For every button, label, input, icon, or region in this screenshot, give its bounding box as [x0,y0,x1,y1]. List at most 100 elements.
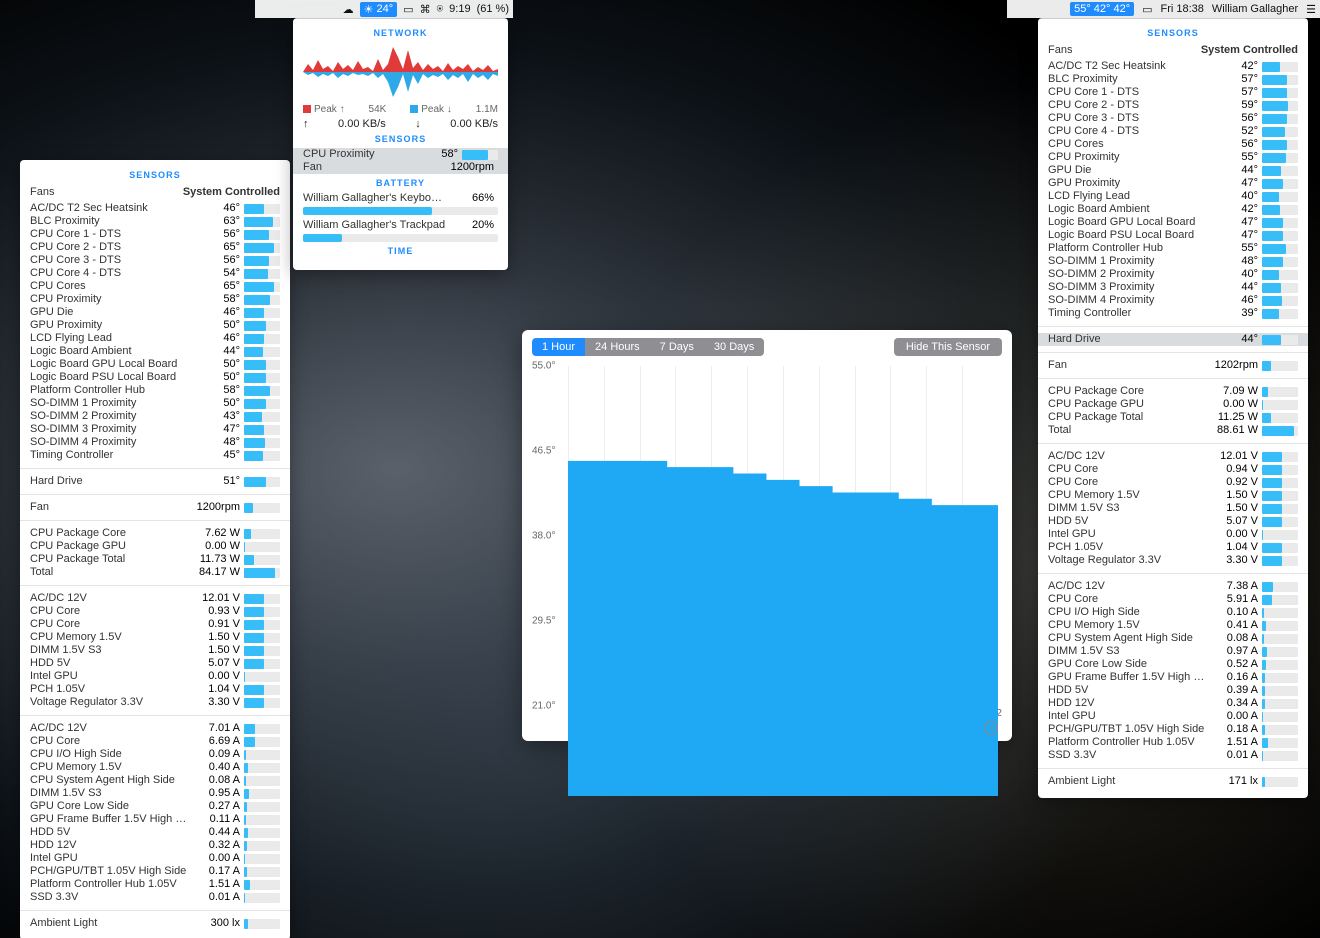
sensor-volt-row[interactable]: Voltage Regulator 3.3V 3.30 V [30,696,280,709]
sensor-amp-row[interactable]: GPU Core Low Side 0.27 A [30,800,280,813]
sensor-volt-row[interactable]: AC/DC 12V 12.01 V [1048,450,1298,463]
menubar-clock[interactable]: 9:19 [449,3,470,15]
sensor-amp-row[interactable]: CPU Memory 1.5V 0.40 A [30,761,280,774]
display-icon[interactable]: ▭ [403,3,413,16]
sensor-temp-row[interactable]: SO-DIMM 1 Proximity 50° [30,397,280,410]
sensor-temp-row[interactable]: CPU Core 3 - DTS 56° [1048,112,1298,125]
sensor-volt-row[interactable]: PCH 1.05V 1.04 V [1048,541,1298,554]
sensor-amp-row[interactable]: DIMM 1.5V S3 0.95 A [30,787,280,800]
sensor-volt-row[interactable]: Intel GPU 0.00 V [1048,528,1298,541]
sensor-amp-row[interactable]: PCH/GPU/TBT 1.05V High Side 0.18 A [1048,723,1298,736]
sensor-volt-row[interactable]: CPU Memory 1.5V 1.50 V [1048,489,1298,502]
sensor-volt-row[interactable]: HDD 5V 5.07 V [1048,515,1298,528]
fans-header[interactable]: Fans System Controlled [1048,44,1298,56]
list-icon[interactable]: ☰ [1306,3,1316,16]
display-icon[interactable]: ▭ [1142,3,1152,16]
sensor-temp-row[interactable]: CPU Proximity 55° [1048,151,1298,164]
sensor-amp-row[interactable]: DIMM 1.5V S3 0.97 A [1048,645,1298,658]
sensor-amp-row[interactable]: HDD 5V 0.44 A [30,826,280,839]
sensor-temp-row[interactable]: Timing Controller 39° [1048,307,1298,320]
battery-row[interactable]: William Gallagher's Trackpad20% [303,219,498,232]
sensor-harddrive-row[interactable]: Hard Drive 44° [1048,333,1298,346]
sensor-temp-row[interactable]: BLC Proximity 57° [1048,73,1298,86]
battery-row[interactable]: William Gallagher's Keyboard66% [303,192,498,205]
tab-30-days[interactable]: 30 Days [704,338,764,356]
sensor-temp-row[interactable]: GPU Die 44° [1048,164,1298,177]
sensor-fan-row[interactable]: Fan 1202rpm [1048,359,1298,372]
sensor-volt-row[interactable]: CPU Core 0.91 V [30,618,280,631]
sensor-volt-row[interactable]: AC/DC 12V 12.01 V [30,592,280,605]
sensor-volt-row[interactable]: Intel GPU 0.00 V [30,670,280,683]
shield-icon[interactable]: ⍟ [437,3,444,16]
sensor-temp-row[interactable]: Logic Board Ambient 42° [1048,203,1298,216]
istat-temps[interactable]: 55° 42° 42° [1070,2,1134,16]
sensor-temp-row[interactable]: SO-DIMM 3 Proximity 44° [1048,281,1298,294]
sensor-amp-row[interactable]: PCH/GPU/TBT 1.05V High Side 0.17 A [30,865,280,878]
sensor-temp-row[interactable]: Timing Controller 45° [30,449,280,462]
sensor-temp-row[interactable]: CPU Core 1 - DTS 56° [30,228,280,241]
sensor-temp-row[interactable]: AC/DC T2 Sec Heatsink 46° [30,202,280,215]
sensor-temp-row[interactable]: SO-DIMM 2 Proximity 43° [30,410,280,423]
menubar-user[interactable]: William Gallagher [1212,3,1298,15]
sensor-ambient-row[interactable]: Ambient Light 300 lx [30,917,280,930]
sensor-amp-row[interactable]: CPU Core 6.69 A [30,735,280,748]
sensor-temp-row[interactable]: CPU Cores 65° [30,280,280,293]
time-range-tabs[interactable]: 1 Hour24 Hours7 Days30 Days [532,338,764,356]
sensor-amp-row[interactable]: AC/DC 12V 7.38 A [1048,580,1298,593]
tab-24-hours[interactable]: 24 Hours [585,338,650,356]
sensor-amp-row[interactable]: HDD 5V 0.39 A [1048,684,1298,697]
sensor-temp-row[interactable]: Logic Board GPU Local Board 50° [30,358,280,371]
sensor-temp-row[interactable]: BLC Proximity 63° [30,215,280,228]
sensor-amp-row[interactable]: HDD 12V 0.34 A [1048,697,1298,710]
weather-widget[interactable]: ☀︎ 24° [360,2,398,17]
sensor-temp-row[interactable]: Platform Controller Hub 58° [30,384,280,397]
sensor-temp-row[interactable]: SO-DIMM 4 Proximity 48° [30,436,280,449]
sensor-temp-row[interactable]: CPU Core 4 - DTS 54° [30,267,280,280]
sensor-power-row[interactable]: CPU Package Total 11.25 W [1048,411,1298,424]
sensor-amp-row[interactable]: CPU System Agent High Side 0.08 A [30,774,280,787]
bluetooth-icon[interactable]: ⌘ [420,3,431,16]
sensor-power-row[interactable]: CPU Package Core 7.09 W [1048,385,1298,398]
menubar-clock[interactable]: Fri 18:38 [1161,3,1204,15]
sensor-amp-row[interactable]: GPU Frame Buffer 1.5V High Side 0.11 A [30,813,280,826]
sensor-temp-row[interactable]: Logic Board GPU Local Board 47° [1048,216,1298,229]
sensor-temp-row[interactable]: LCD Flying Lead 40° [1048,190,1298,203]
sensor-temp-row[interactable]: Logic Board PSU Local Board 47° [1048,229,1298,242]
sensor-power-row[interactable]: CPU Package Total 11.73 W [30,553,280,566]
sensor-temp-row[interactable]: CPU Core 2 - DTS 65° [30,241,280,254]
sensor-temp-row[interactable]: CPU Cores 56° [1048,138,1298,151]
sensor-temp-row[interactable]: GPU Proximity 50° [30,319,280,332]
sensor-volt-row[interactable]: CPU Core 0.94 V [1048,463,1298,476]
sensor-volt-row[interactable]: HDD 5V 5.07 V [30,657,280,670]
sensor-amp-row[interactable]: CPU I/O High Side 0.10 A [1048,606,1298,619]
sensor-harddrive-row[interactable]: Hard Drive 51° [30,475,280,488]
sensor-amp-row[interactable]: CPU Core 5.91 A [1048,593,1298,606]
sensor-power-row[interactable]: CPU Package Core 7.62 W [30,527,280,540]
sensor-temp-row[interactable]: GPU Die 46° [30,306,280,319]
sensor-power-row[interactable]: Total 84.17 W [30,566,280,579]
sensor-volt-row[interactable]: PCH 1.05V 1.04 V [30,683,280,696]
sensor-amp-row[interactable]: CPU I/O High Side 0.09 A [30,748,280,761]
sensor-amp-row[interactable]: Intel GPU 0.00 A [1048,710,1298,723]
sensor-temp-row[interactable]: CPU Core 4 - DTS 52° [1048,125,1298,138]
sensor-amp-row[interactable]: CPU Memory 1.5V 0.41 A [1048,619,1298,632]
sensor-volt-row[interactable]: CPU Memory 1.5V 1.50 V [30,631,280,644]
sensor-amp-row[interactable]: SSD 3.3V 0.01 A [30,891,280,904]
sensor-temp-row[interactable]: CPU Core 1 - DTS 57° [1048,86,1298,99]
sensor-fan-row[interactable]: Fan 1200rpm [30,501,280,514]
sensor-temp-row[interactable]: CPU Core 2 - DTS 59° [1048,99,1298,112]
sensor-temp-row[interactable]: AC/DC T2 Sec Heatsink 42° [1048,60,1298,73]
sensor-temp-row[interactable]: SO-DIMM 3 Proximity 47° [30,423,280,436]
sensor-amp-row[interactable]: Platform Controller Hub 1.05V 1.51 A [1048,736,1298,749]
tab-1-hour[interactable]: 1 Hour [532,338,585,356]
tab-7-days[interactable]: 7 Days [650,338,704,356]
sensor-volt-row[interactable]: DIMM 1.5V S3 1.50 V [1048,502,1298,515]
sensor-power-row[interactable]: Total 88.61 W [1048,424,1298,437]
sensor-volt-row[interactable]: CPU Core 0.93 V [30,605,280,618]
hide-sensor-button[interactable]: Hide This Sensor [894,338,1002,356]
sensor-volt-row[interactable]: DIMM 1.5V S3 1.50 V [30,644,280,657]
fans-header[interactable]: Fans System Controlled [30,186,280,198]
cloud-icon[interactable]: ☁︎ [343,3,354,16]
sensor-temp-row[interactable]: GPU Proximity 47° [1048,177,1298,190]
sensor-temp-row[interactable]: SO-DIMM 4 Proximity 46° [1048,294,1298,307]
